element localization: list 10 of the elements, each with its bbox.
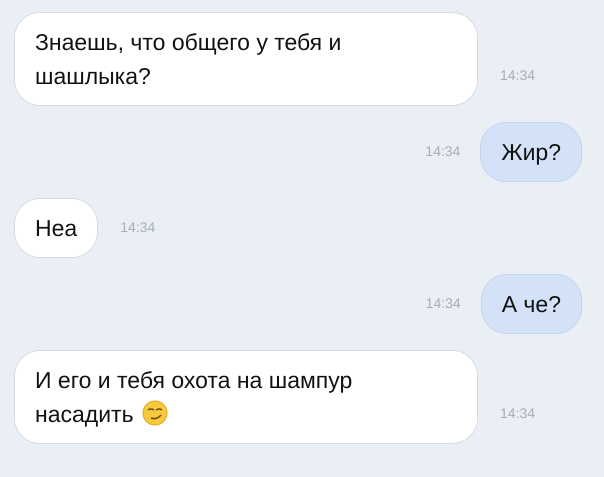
received-message-bubble: Знаешь, что общего у тебя и шашлыка? <box>14 12 478 106</box>
received-message-bubble: И его и тебя охота на шампур насадить <box>14 350 478 444</box>
message-time: 14:34 <box>500 404 536 423</box>
sent-message-bubble: Жир? <box>480 122 582 182</box>
message-time: 14:34 <box>120 218 156 237</box>
sent-message-bubble: А че? <box>480 274 582 334</box>
message-time: 14:34 <box>500 66 536 85</box>
message-time: 14:34 <box>426 294 461 313</box>
message-time: 14:34 <box>425 142 460 161</box>
received-message-bubble: Неа <box>14 198 98 258</box>
